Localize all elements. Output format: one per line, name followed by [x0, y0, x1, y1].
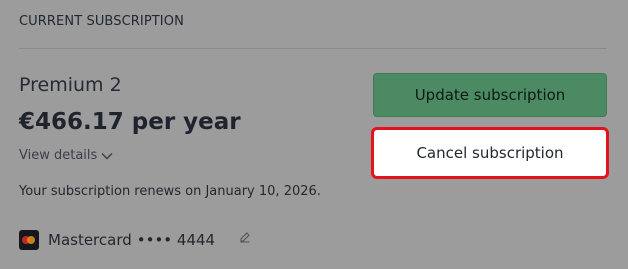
- payment-method: Mastercard •••• 4444: [19, 230, 251, 250]
- card-brand: Mastercard: [48, 231, 132, 249]
- mastercard-icon: [19, 230, 39, 250]
- update-subscription-button[interactable]: Update subscription: [373, 73, 607, 117]
- divider: [19, 48, 607, 49]
- view-details-label: View details: [19, 148, 98, 163]
- card-number: •••• 4444: [136, 231, 216, 249]
- edit-icon[interactable]: [239, 231, 251, 243]
- plan-name: Premium 2: [19, 74, 122, 96]
- view-details-link[interactable]: View details: [19, 148, 113, 163]
- chevron-down-icon: [101, 152, 113, 159]
- section-title: CURRENT SUBSCRIPTION: [19, 14, 184, 29]
- cancel-subscription-button[interactable]: Cancel subscription: [371, 127, 609, 179]
- renewal-text: Your subscription renews on January 10, …: [19, 184, 321, 199]
- plan-price: €466.17 per year: [19, 109, 241, 135]
